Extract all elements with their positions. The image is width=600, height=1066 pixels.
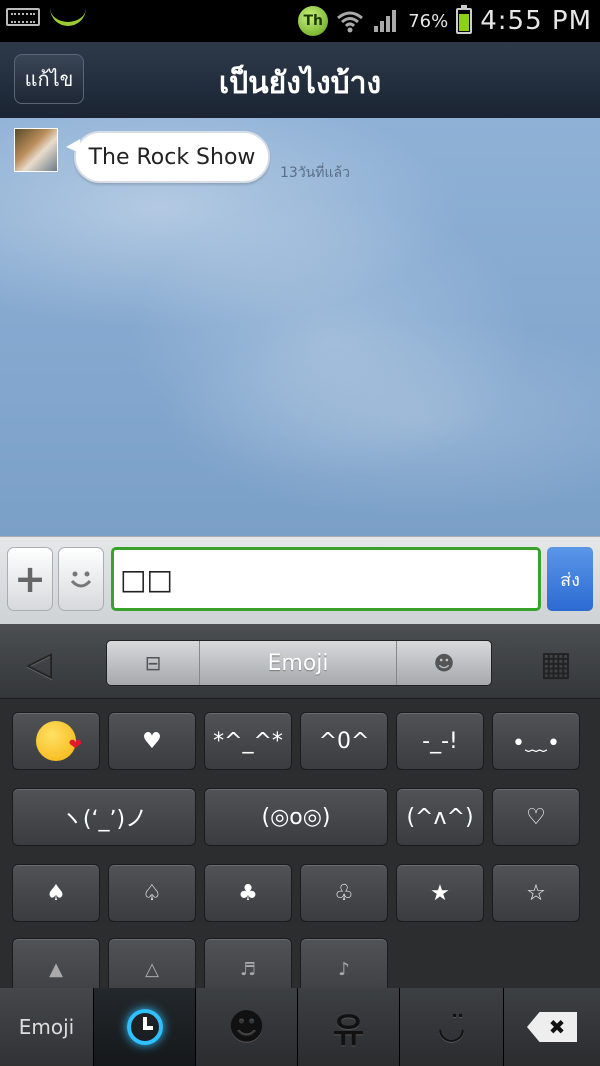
battery-percent: 76%: [408, 10, 449, 32]
message-timestamp: 13วันที่แล้ว: [280, 165, 350, 181]
tab-smileys[interactable]: ◡̈: [400, 988, 504, 1066]
keyboard-tabbar: Emoji ☻ 유 ◡̈ ✖: [0, 988, 600, 1066]
tab-emoji[interactable]: Emoji: [0, 988, 94, 1066]
avatar[interactable]: [14, 128, 58, 172]
emoji-key[interactable]: ♧: [300, 864, 388, 922]
emoji-key[interactable]: (◎o◎): [204, 788, 388, 846]
signal-icon: [374, 10, 397, 32]
emoji-key[interactable]: ♪: [300, 938, 388, 988]
add-attachment-button[interactable]: +: [7, 547, 53, 611]
wifi-icon: [337, 11, 364, 33]
tab-korean-emoticons[interactable]: 유: [298, 988, 400, 1066]
keyboard-toolbar: ◁ ⊟ Emoji ☻ ▦: [0, 624, 600, 699]
emoji-key[interactable]: ^0^: [300, 712, 388, 770]
mode-text-icon[interactable]: ⊟: [107, 641, 200, 685]
clock: 4:55 PM: [480, 6, 592, 36]
emoji-key[interactable]: (^ᴧ^): [396, 788, 484, 846]
delete-button[interactable]: ✖: [504, 988, 600, 1066]
battery-icon: [456, 5, 473, 34]
emoji-key[interactable]: ★: [396, 864, 484, 922]
mode-face-icon[interactable]: ☻: [397, 641, 491, 685]
keyboard-mode-switcher: ⊟ Emoji ☻: [106, 640, 492, 686]
emoji-key[interactable]: ♡: [492, 788, 580, 846]
emoji-keyboard: ◁ ⊟ Emoji ☻ ▦ ♥ *^_^* ^0^ -_-! •﹏• ヽ(ʻ_ʼ…: [0, 624, 600, 1066]
input-bar: + □□ ส่ง: [0, 536, 600, 625]
backspace-icon: ✖: [527, 1012, 577, 1042]
emoji-key[interactable]: ♤: [108, 864, 196, 922]
emoji-key[interactable]: -_-!: [396, 712, 484, 770]
th-badge-icon: Th: [298, 6, 329, 36]
emoji-key[interactable]: ♠: [12, 864, 100, 922]
emoji-key[interactable]: ▲: [12, 938, 100, 988]
tab-recent[interactable]: [94, 988, 196, 1066]
chat-area[interactable]: The Rock Show 13วันที่แล้ว: [0, 118, 600, 536]
mode-emoji[interactable]: Emoji: [200, 641, 397, 685]
emoji-key[interactable]: ☆: [492, 864, 580, 922]
emoji-key[interactable]: •﹏•: [492, 712, 580, 770]
emoji-key[interactable]: ♥: [108, 712, 196, 770]
status-bar: Th 76% 4:55 PM: [0, 0, 600, 42]
leaf-icon: [50, 8, 86, 26]
emoji-key[interactable]: ♬: [204, 938, 292, 988]
emoji-keys: ♥ *^_^* ^0^ -_-! •﹏• ヽ(ʻ_ʼ)ノ (◎o◎) (^ᴧ^)…: [0, 698, 600, 988]
emoji-key[interactable]: ヽ(ʻ_ʼ)ノ: [12, 788, 196, 846]
page-title: เป็นยังไงบ้าง: [218, 66, 382, 101]
emoji-key[interactable]: *^_^*: [204, 712, 292, 770]
emoji-key[interactable]: △: [108, 938, 196, 988]
back-arrow-icon[interactable]: ◁: [26, 644, 52, 684]
message-input[interactable]: □□: [111, 547, 541, 611]
tab-faces[interactable]: ☻: [196, 988, 298, 1066]
send-button[interactable]: ส่ง: [547, 547, 593, 611]
chat-header: แก้ไข เป็นยังไงบ้าง: [0, 42, 600, 119]
emoji-key[interactable]: ♣: [204, 864, 292, 922]
keyboard-icon: [6, 8, 40, 26]
smiley-icon: [70, 571, 92, 588]
message-bubble[interactable]: The Rock Show: [66, 131, 270, 183]
keyboard-grid-icon[interactable]: ▦: [540, 644, 572, 684]
emoji-key[interactable]: [12, 712, 100, 770]
clock-icon: [126, 1009, 163, 1045]
sticker-button[interactable]: [58, 547, 104, 611]
kissing-face-icon: [36, 721, 82, 761]
